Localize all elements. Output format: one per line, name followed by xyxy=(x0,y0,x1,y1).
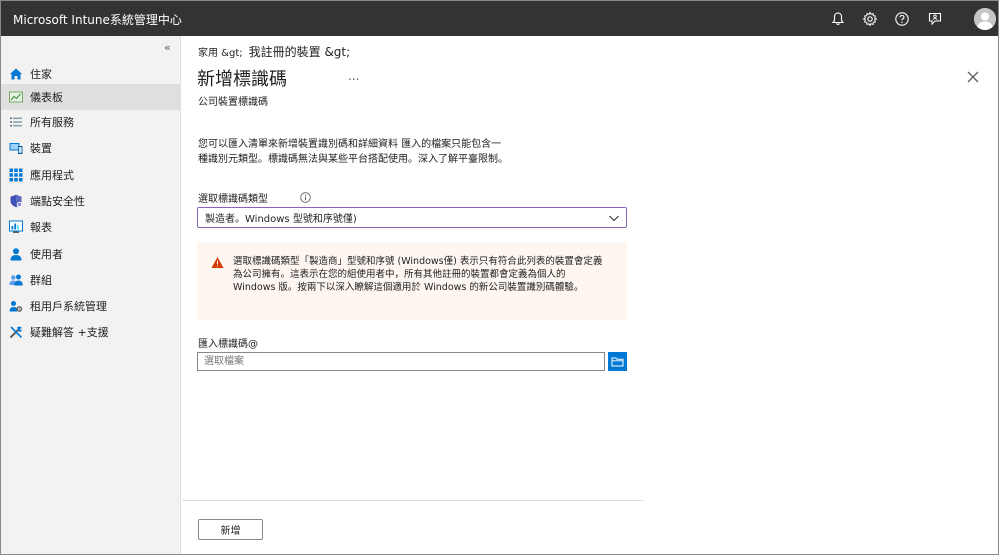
devices-icon xyxy=(9,141,23,155)
reports-icon xyxy=(9,220,23,234)
group-icon xyxy=(9,273,23,287)
identifier-type-label: 選取標識碼類型 xyxy=(198,194,268,205)
sidebar-item-users[interactable]: 使用者 xyxy=(1,241,181,267)
sidebar-item-troubleshoot[interactable]: 疑難解答 +支援 xyxy=(1,319,181,345)
top-bar: Microsoft Intune系統管理中心 xyxy=(1,1,998,36)
collapse-sidebar-button[interactable]: « xyxy=(164,41,171,54)
sidebar: « 住家 儀表板 所有服務 裝置 應用程式 端點安全性 報表 使用者 群組 租用… xyxy=(1,36,181,554)
dropdown-selected-value: 製造者。Windows 型號和序號僅) xyxy=(205,214,357,225)
tenant-admin-icon xyxy=(9,299,23,313)
warning-icon xyxy=(211,256,224,269)
sidebar-item-apps[interactable]: 應用程式 xyxy=(1,162,181,188)
info-icon[interactable] xyxy=(300,192,311,203)
sidebar-item-devices[interactable]: 裝置 xyxy=(1,135,181,161)
add-button[interactable]: 新增 xyxy=(198,519,263,540)
sidebar-item-all-services[interactable]: 所有服務 xyxy=(1,109,181,135)
sidebar-item-groups[interactable]: 群組 xyxy=(1,267,181,293)
close-icon xyxy=(967,71,979,83)
browse-file-button[interactable] xyxy=(608,352,627,371)
footer-divider xyxy=(182,500,644,501)
sidebar-item-label: 報表 xyxy=(30,221,52,234)
folder-icon xyxy=(611,357,624,367)
sidebar-item-label: 端點安全性 xyxy=(30,195,85,208)
page-title: 新增標識碼 xyxy=(197,69,287,90)
description-text: 您可以匯入清單來新增裝置識別碼和詳細資料 匯入的檔案只能包含一種識別元類型。標識… xyxy=(198,139,508,165)
gear-icon[interactable] xyxy=(860,9,880,29)
close-button[interactable] xyxy=(964,68,982,86)
sidebar-item-label: 住家 xyxy=(30,68,52,81)
sidebar-item-label: 儀表板 xyxy=(30,91,63,104)
dashboard-icon xyxy=(9,90,23,104)
identifier-type-dropdown[interactable]: 製造者。Windows 型號和序號僅) xyxy=(197,207,627,228)
sidebar-item-label: 裝置 xyxy=(30,142,52,155)
more-options-button[interactable]: ... xyxy=(348,69,359,83)
warning-message: 選取標識碼類型「製造商」型號和序號 (Windows僅) 表示只有符合此列表的裝… xyxy=(197,242,627,320)
breadcrumb-home-link[interactable]: 家用 &gt; xyxy=(198,48,243,59)
sidebar-item-label: 群組 xyxy=(30,274,52,287)
bell-icon[interactable] xyxy=(828,9,848,29)
warning-text[interactable]: 選取標識碼類型「製造商」型號和序號 (Windows僅) 表示只有符合此列表的裝… xyxy=(233,255,603,294)
sidebar-item-label: 使用者 xyxy=(30,248,63,261)
app-title[interactable]: Microsoft Intune系統管理中心 xyxy=(13,11,182,28)
feedback-icon[interactable] xyxy=(925,9,945,29)
sidebar-item-label: 所有服務 xyxy=(30,116,74,129)
sidebar-item-dashboard[interactable]: 儀表板 xyxy=(1,84,181,110)
user-icon xyxy=(9,247,23,261)
avatar[interactable] xyxy=(974,8,996,30)
list-icon xyxy=(9,115,23,129)
sidebar-item-tenant-admin[interactable]: 租用戶系統管理 xyxy=(1,293,181,319)
help-icon[interactable] xyxy=(892,9,912,29)
import-identifiers-label: 匯入標識碼@ xyxy=(198,339,258,350)
breadcrumb: 家用 &gt; 我註冊的裝置 &gt; xyxy=(198,43,350,60)
chevron-down-icon xyxy=(608,212,620,224)
file-select-input[interactable] xyxy=(197,352,605,371)
sidebar-item-label: 應用程式 xyxy=(30,169,74,182)
sidebar-item-endpoint-security[interactable]: 端點安全性 xyxy=(1,188,181,214)
apps-icon xyxy=(9,168,23,182)
shield-icon xyxy=(9,194,23,208)
sidebar-item-label: 疑難解答 +支援 xyxy=(30,326,109,339)
home-icon xyxy=(9,67,23,81)
sidebar-item-label: 租用戶系統管理 xyxy=(30,300,107,313)
page-subtitle: 公司裝置標識碼 xyxy=(198,97,268,108)
troubleshoot-icon xyxy=(9,325,23,339)
breadcrumb-enrolled-devices-link[interactable]: 我註冊的裝置 &gt; xyxy=(249,45,351,59)
sidebar-item-reports[interactable]: 報表 xyxy=(1,214,181,240)
